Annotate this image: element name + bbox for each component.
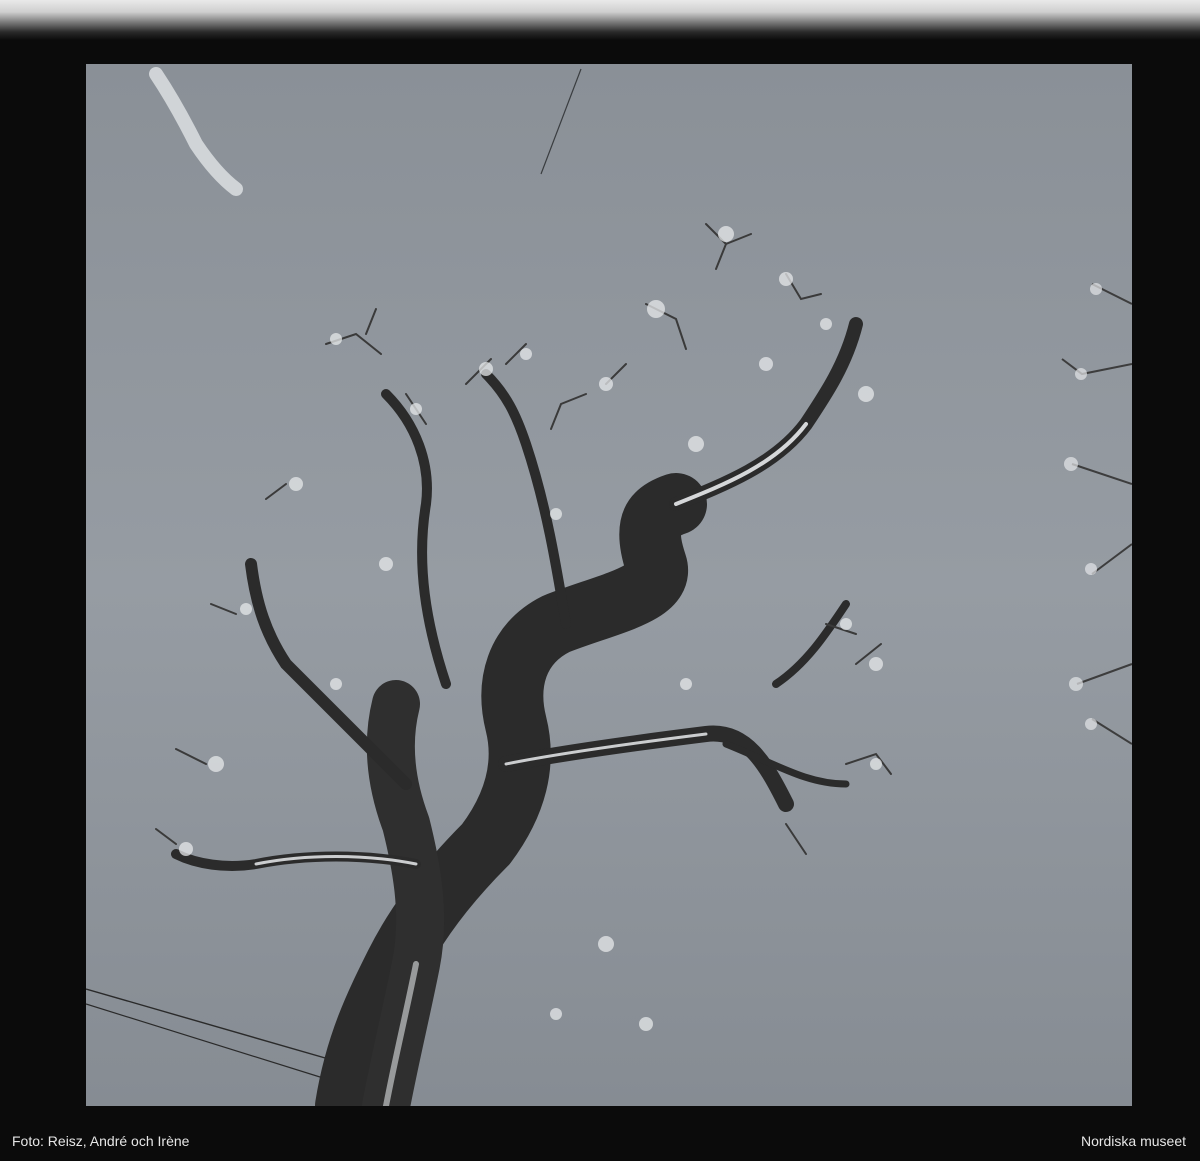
photograph: [86, 64, 1132, 1106]
photographer-credit: Foto: Reisz, André och Irène: [12, 1133, 190, 1149]
film-edge: [0, 0, 1200, 40]
photo-page: Foto: Reisz, André och Irène Nordiska mu…: [0, 0, 1200, 1161]
snowy-oak-tree-image: [86, 64, 1132, 1106]
caption-bar: Foto: Reisz, André och Irène Nordiska mu…: [0, 1117, 1200, 1161]
institution-credit: Nordiska museet: [1080, 1133, 1186, 1149]
